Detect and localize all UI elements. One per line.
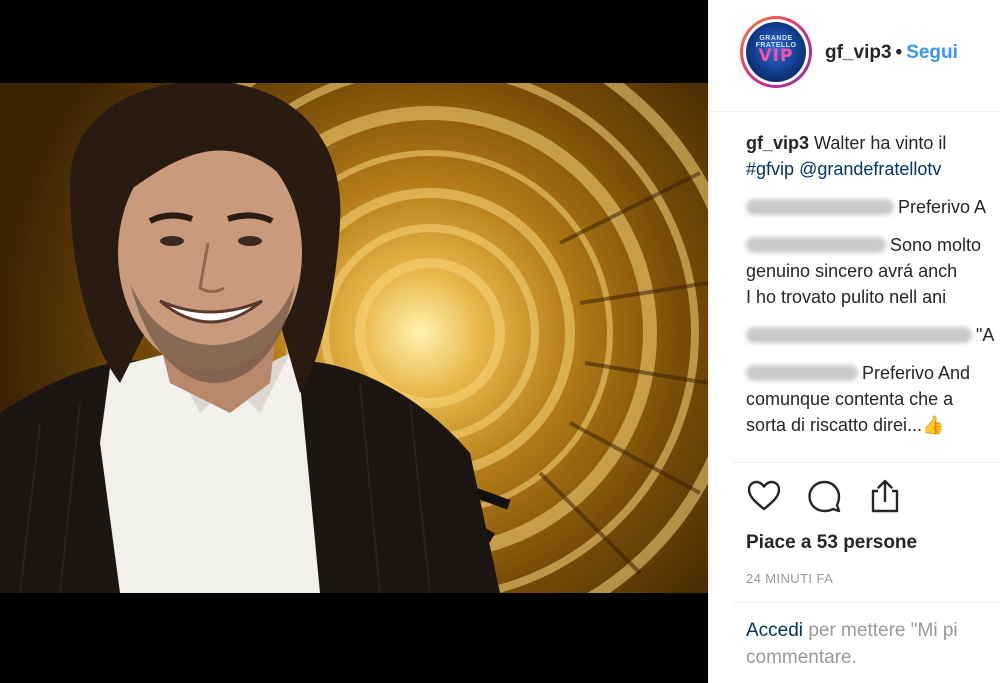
login-prompt: Accedi per mettere "Mi pi commentare. [746,617,1000,671]
post-timestamp[interactable]: 24 MINUTI FA [746,571,833,586]
share-icon[interactable] [867,478,903,518]
comment-username-blurred[interactable] [746,199,894,215]
divider [733,462,1000,463]
comment-item: Preferivo And comunque contenta che a so… [746,360,1000,438]
comment-text: "A [976,325,995,345]
comment-item: "A [746,322,1000,348]
comment-text-line1: Preferivo And [862,363,971,383]
avatar[interactable]: GRANDE FRATELLO VIP [740,16,812,88]
comment-text: Preferivo A [898,197,987,217]
comments-list: gf_vip3 Walter ha vinto il #gfvip @grand… [746,130,1000,450]
comment-text-line3: I ho trovato pulito nell ani [746,287,947,307]
post-caption: gf_vip3 Walter ha vinto il #gfvip @grand… [746,130,1000,182]
comment-icon[interactable] [806,478,842,518]
caption-username[interactable]: gf_vip3 [746,133,809,153]
comment-item: Preferivo A [746,194,1000,220]
photo-illustration [0,83,708,593]
login-prompt-text: per mettere "Mi pi [808,620,958,641]
comment-text-line2: comunque contenta che a [746,389,954,409]
caption-hashtag[interactable]: #gfvip [746,159,794,179]
post-media [0,0,708,683]
post-sidebar: GRANDE FRATELLO VIP gf_vip3 • Segui gf_vip… [708,0,1000,683]
comment-username-blurred[interactable] [746,327,972,343]
post-photo[interactable] [0,83,708,593]
caption-mention[interactable]: @grandefratellotv [799,159,941,179]
avatar-logo: GRANDE FRATELLO VIP [746,22,806,82]
comment-text-line2: genuino sincero avrá anch [746,261,958,281]
login-link[interactable]: Accedi [746,620,803,641]
heart-icon[interactable] [746,478,782,518]
comment-username-blurred[interactable] [746,237,886,253]
login-prompt-text-line2: commentare. [746,647,857,668]
comment-text-line1: Sono molto [890,235,982,255]
header-separator: • [895,42,903,63]
comment-item: Sono molto genuino sincero avrá anch I h… [746,232,1000,310]
caption-text: Walter ha vinto il [814,133,947,153]
follow-button[interactable]: Segui [906,42,958,63]
header-user-line: gf_vip3 • Segui [825,42,958,64]
avatar-logo-text: VIP [758,46,794,66]
thumbs-up-emoji: 👍 [922,415,945,435]
comment-username-blurred[interactable] [746,365,858,381]
header-username[interactable]: gf_vip3 [825,42,892,63]
comment-text-line3: sorta di riscatto direi... [746,415,923,435]
post-header: GRANDE FRATELLO VIP gf_vip3 • Segui [709,0,1000,112]
divider [733,602,1000,603]
likes-count[interactable]: Piace a 53 persone [746,532,917,554]
